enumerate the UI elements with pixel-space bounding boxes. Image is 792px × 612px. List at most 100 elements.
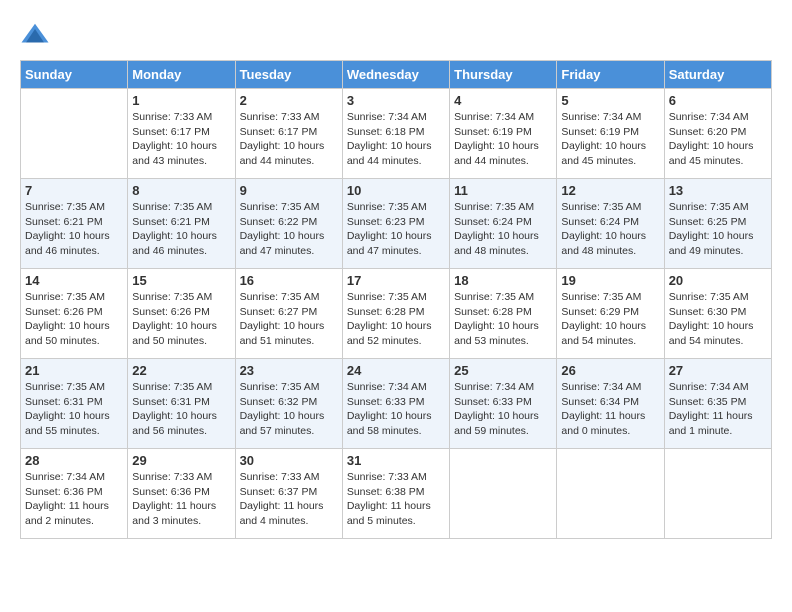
day-info: Sunrise: 7:34 AM Sunset: 6:19 PM Dayligh… [454,110,552,169]
calendar-cell [557,449,664,539]
day-info: Sunrise: 7:35 AM Sunset: 6:21 PM Dayligh… [132,200,230,259]
day-number: 2 [240,93,338,108]
day-number: 30 [240,453,338,468]
day-number: 8 [132,183,230,198]
header-wednesday: Wednesday [342,61,449,89]
day-number: 5 [561,93,659,108]
day-info: Sunrise: 7:35 AM Sunset: 6:22 PM Dayligh… [240,200,338,259]
day-info: Sunrise: 7:35 AM Sunset: 6:32 PM Dayligh… [240,380,338,439]
calendar-header-row: SundayMondayTuesdayWednesdayThursdayFrid… [21,61,772,89]
header-friday: Friday [557,61,664,89]
calendar-cell [450,449,557,539]
calendar-cell: 21Sunrise: 7:35 AM Sunset: 6:31 PM Dayli… [21,359,128,449]
calendar-cell: 20Sunrise: 7:35 AM Sunset: 6:30 PM Dayli… [664,269,771,359]
calendar-cell: 16 Sunrise: 7:35 AM Sunset: 6:27 PM Dayli… [235,269,342,359]
header-sunday: Sunday [21,61,128,89]
calendar-cell: 22 Sunrise: 7:35 AM Sunset: 6:31 PM Dayli… [128,359,235,449]
day-number: 15 [132,273,230,288]
day-number: 22 [132,363,230,378]
day-number: 16 [240,273,338,288]
day-number: 3 [347,93,445,108]
calendar-cell: 11 Sunrise: 7:35 AM Sunset: 6:24 PM Dayli… [450,179,557,269]
day-number: 17 [347,273,445,288]
day-number: 7 [25,183,123,198]
calendar-cell: 3 Sunrise: 7:34 AM Sunset: 6:18 PM Daylig… [342,89,449,179]
calendar-table: SundayMondayTuesdayWednesdayThursdayFrid… [20,60,772,539]
day-info: Sunrise: 7:33 AM Sunset: 6:17 PM Dayligh… [240,110,338,169]
day-info: Sunrise: 7:35 AM Sunset: 6:26 PM Dayligh… [132,290,230,349]
calendar-cell: 25 Sunrise: 7:34 AM Sunset: 6:33 PM Dayli… [450,359,557,449]
calendar-cell: 31Sunrise: 7:33 AM Sunset: 6:38 PM Dayli… [342,449,449,539]
header-saturday: Saturday [664,61,771,89]
day-info: Sunrise: 7:35 AM Sunset: 6:21 PM Dayligh… [25,200,123,259]
day-info: Sunrise: 7:34 AM Sunset: 6:20 PM Dayligh… [669,110,767,169]
calendar-cell: 26 Sunrise: 7:34 AM Sunset: 6:34 PM Dayli… [557,359,664,449]
day-info: Sunrise: 7:33 AM Sunset: 6:38 PM Dayligh… [347,470,445,529]
calendar-cell: 28 Sunrise: 7:34 AM Sunset: 6:36 PM Dayli… [21,449,128,539]
week-row-4: 21Sunrise: 7:35 AM Sunset: 6:31 PM Dayli… [21,359,772,449]
day-number: 23 [240,363,338,378]
day-number: 6 [669,93,767,108]
calendar-cell: 10Sunrise: 7:35 AM Sunset: 6:23 PM Dayli… [342,179,449,269]
day-info: Sunrise: 7:33 AM Sunset: 6:36 PM Dayligh… [132,470,230,529]
calendar-cell: 12 Sunrise: 7:35 AM Sunset: 6:24 PM Dayli… [557,179,664,269]
calendar-cell: 9 Sunrise: 7:35 AM Sunset: 6:22 PM Daylig… [235,179,342,269]
logo [20,20,54,50]
day-info: Sunrise: 7:34 AM Sunset: 6:18 PM Dayligh… [347,110,445,169]
day-number: 12 [561,183,659,198]
header-monday: Monday [128,61,235,89]
day-info: Sunrise: 7:35 AM Sunset: 6:27 PM Dayligh… [240,290,338,349]
calendar-cell: 29 Sunrise: 7:33 AM Sunset: 6:36 PM Dayli… [128,449,235,539]
calendar-cell: 30 Sunrise: 7:33 AM Sunset: 6:37 PM Dayli… [235,449,342,539]
day-number: 26 [561,363,659,378]
day-info: Sunrise: 7:34 AM Sunset: 6:36 PM Dayligh… [25,470,123,529]
day-number: 11 [454,183,552,198]
calendar-cell: 19 Sunrise: 7:35 AM Sunset: 6:29 PM Dayli… [557,269,664,359]
day-info: Sunrise: 7:34 AM Sunset: 6:33 PM Dayligh… [454,380,552,439]
calendar-cell: 18 Sunrise: 7:35 AM Sunset: 6:28 PM Dayli… [450,269,557,359]
day-info: Sunrise: 7:35 AM Sunset: 6:24 PM Dayligh… [454,200,552,259]
header-tuesday: Tuesday [235,61,342,89]
day-number: 18 [454,273,552,288]
day-number: 9 [240,183,338,198]
calendar-cell [664,449,771,539]
calendar-cell: 2 Sunrise: 7:33 AM Sunset: 6:17 PM Daylig… [235,89,342,179]
calendar-cell: 27Sunrise: 7:34 AM Sunset: 6:35 PM Dayli… [664,359,771,449]
calendar-cell [21,89,128,179]
calendar-cell: 4 Sunrise: 7:34 AM Sunset: 6:19 PM Daylig… [450,89,557,179]
calendar-cell: 23 Sunrise: 7:35 AM Sunset: 6:32 PM Dayli… [235,359,342,449]
day-number: 19 [561,273,659,288]
day-info: Sunrise: 7:34 AM Sunset: 6:34 PM Dayligh… [561,380,659,439]
header-thursday: Thursday [450,61,557,89]
day-number: 20 [669,273,767,288]
calendar-cell: 6 Sunrise: 7:34 AM Sunset: 6:20 PM Daylig… [664,89,771,179]
day-info: Sunrise: 7:33 AM Sunset: 6:17 PM Dayligh… [132,110,230,169]
page-header [20,20,772,50]
calendar-cell: 1 Sunrise: 7:33 AM Sunset: 6:17 PM Daylig… [128,89,235,179]
day-info: Sunrise: 7:35 AM Sunset: 6:28 PM Dayligh… [454,290,552,349]
day-info: Sunrise: 7:35 AM Sunset: 6:29 PM Dayligh… [561,290,659,349]
day-number: 29 [132,453,230,468]
day-number: 28 [25,453,123,468]
day-info: Sunrise: 7:35 AM Sunset: 6:31 PM Dayligh… [25,380,123,439]
day-info: Sunrise: 7:34 AM Sunset: 6:33 PM Dayligh… [347,380,445,439]
week-row-1: 1 Sunrise: 7:33 AM Sunset: 6:17 PM Daylig… [21,89,772,179]
week-row-5: 28 Sunrise: 7:34 AM Sunset: 6:36 PM Dayli… [21,449,772,539]
day-info: Sunrise: 7:35 AM Sunset: 6:24 PM Dayligh… [561,200,659,259]
calendar-cell: 13Sunrise: 7:35 AM Sunset: 6:25 PM Dayli… [664,179,771,269]
day-info: Sunrise: 7:35 AM Sunset: 6:25 PM Dayligh… [669,200,767,259]
calendar-cell: 7 Sunrise: 7:35 AM Sunset: 6:21 PM Daylig… [21,179,128,269]
week-row-2: 7 Sunrise: 7:35 AM Sunset: 6:21 PM Daylig… [21,179,772,269]
calendar-cell: 15 Sunrise: 7:35 AM Sunset: 6:26 PM Dayli… [128,269,235,359]
day-number: 1 [132,93,230,108]
day-info: Sunrise: 7:33 AM Sunset: 6:37 PM Dayligh… [240,470,338,529]
calendar-cell: 14Sunrise: 7:35 AM Sunset: 6:26 PM Dayli… [21,269,128,359]
day-info: Sunrise: 7:35 AM Sunset: 6:31 PM Dayligh… [132,380,230,439]
logo-icon [20,20,50,50]
day-info: Sunrise: 7:34 AM Sunset: 6:35 PM Dayligh… [669,380,767,439]
day-number: 25 [454,363,552,378]
day-number: 24 [347,363,445,378]
calendar-cell: 17Sunrise: 7:35 AM Sunset: 6:28 PM Dayli… [342,269,449,359]
day-number: 4 [454,93,552,108]
calendar-cell: 5Sunrise: 7:34 AM Sunset: 6:19 PM Daylig… [557,89,664,179]
